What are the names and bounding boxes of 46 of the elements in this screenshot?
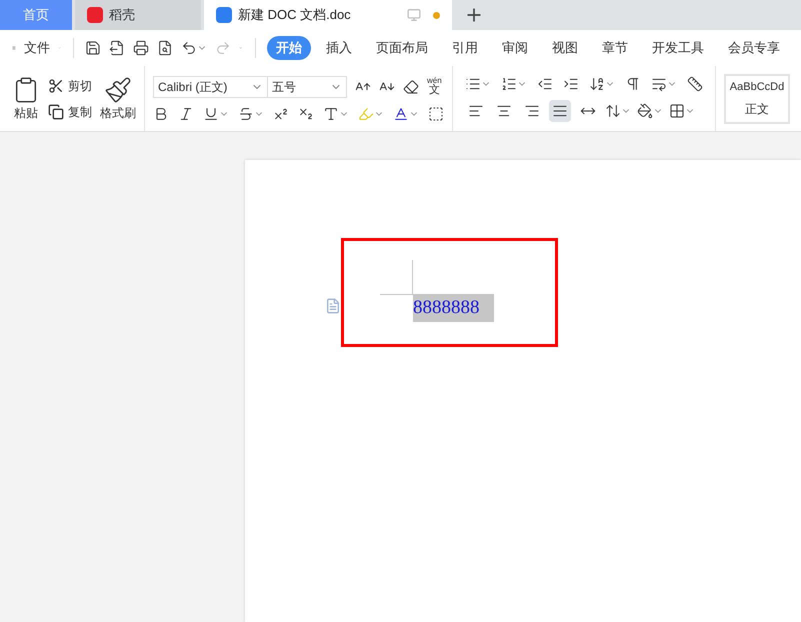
numbered-list-icon[interactable] xyxy=(501,76,517,92)
font-name-dropdown[interactable]: Calibri (正文) xyxy=(154,76,268,96)
sort-icon[interactable] xyxy=(589,76,605,92)
ribbon-tab[interactable]: 引用 xyxy=(442,36,487,60)
print-icon[interactable] xyxy=(133,40,150,56)
margin-corner-mark xyxy=(380,260,413,295)
undo-icon[interactable] xyxy=(181,40,198,56)
eraser-icon[interactable] xyxy=(403,78,419,94)
ribbon-tab[interactable]: 页面布局 xyxy=(366,36,437,60)
ribbon-tab[interactable]: 会员专享 xyxy=(718,36,789,60)
ruler-icon[interactable] xyxy=(687,76,703,92)
ribbon-tab[interactable]: 章节 xyxy=(592,36,637,60)
shading-icon[interactable] xyxy=(637,102,653,118)
style-preset[interactable]: AaBbCcDd 正文 xyxy=(724,74,790,124)
line-spacing-icon[interactable] xyxy=(605,102,621,118)
save-icon[interactable] xyxy=(85,40,102,56)
copy-button[interactable]: 复制 xyxy=(68,102,92,120)
ribbon-tab[interactable]: 开发工具 xyxy=(642,36,713,60)
copy-icon[interactable] xyxy=(48,104,64,120)
format-painter-icon[interactable] xyxy=(104,76,132,104)
window-tab[interactable]: 稻壳 xyxy=(75,0,201,30)
strikethrough-icon[interactable] xyxy=(238,106,254,122)
italic-icon[interactable] xyxy=(178,106,194,122)
underline-icon[interactable] xyxy=(203,106,219,122)
print-preview-icon[interactable] xyxy=(157,40,174,56)
format-painter-button[interactable]: 格式刷 xyxy=(100,104,136,122)
cut-icon[interactable] xyxy=(48,78,64,94)
font-color-icon[interactable] xyxy=(393,106,409,122)
document-logo-icon xyxy=(216,7,232,23)
app-logo-icon xyxy=(87,7,103,23)
ribbon-tab[interactable]: 审阅 xyxy=(492,36,537,60)
paragraph-marker-icon[interactable] xyxy=(325,298,341,314)
text-effect-icon[interactable] xyxy=(323,106,339,122)
ribbon-tab[interactable]: 视图 xyxy=(542,36,587,60)
cut-button[interactable]: 剪切 xyxy=(68,76,92,94)
ribbon-tab[interactable]: 插入 xyxy=(316,36,361,60)
window-tab[interactable]: 新建 DOC 文档.doc xyxy=(204,0,452,30)
paste-button[interactable]: 粘贴 xyxy=(14,104,38,122)
document-text: 8888888 xyxy=(413,294,494,322)
paragraph-mark-icon[interactable] xyxy=(625,76,641,92)
file-menu[interactable]: 文件 xyxy=(24,38,50,58)
borders-icon[interactable] xyxy=(669,102,685,118)
pinyin-guide-button[interactable]: wén 文 xyxy=(427,77,442,96)
export-icon[interactable] xyxy=(109,40,126,56)
font-size-dropdown[interactable]: 五号 xyxy=(268,76,346,96)
character-border-icon[interactable] xyxy=(428,106,444,122)
